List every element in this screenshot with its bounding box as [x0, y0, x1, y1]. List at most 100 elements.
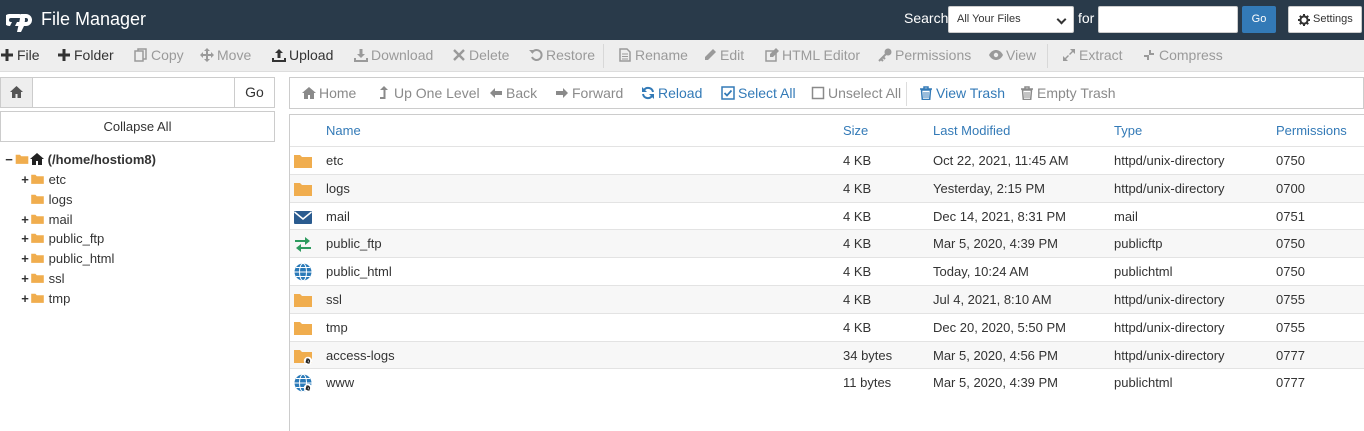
top-header: File Manager Search All Your Files for G…	[0, 0, 1364, 40]
column-header-name[interactable]: Name	[326, 123, 361, 138]
move-button[interactable]: Move	[200, 47, 251, 63]
home-icon	[30, 152, 44, 167]
permissions-button[interactable]: Permissions	[878, 47, 971, 63]
tree-item-ssl[interactable]: + ssl	[20, 271, 64, 291]
expand-toggle[interactable]: +	[20, 291, 30, 306]
unselect-all-label: Unselect All	[828, 85, 902, 101]
view-trash-button[interactable]: View Trash	[919, 85, 1005, 101]
expand-toggle[interactable]: +	[20, 212, 30, 227]
path-input[interactable]	[34, 78, 234, 107]
search-label: Search	[904, 10, 949, 26]
copy-button[interactable]: Copy	[134, 47, 184, 63]
cpanel-logo-icon	[6, 14, 32, 32]
cell-size: 4 KB	[843, 292, 872, 307]
restore-button[interactable]: Restore	[529, 47, 595, 63]
path-go-button[interactable]: Go	[234, 78, 274, 107]
table-row[interactable]: ssl 4 KB Jul 4, 2021, 8:10 AM httpd/unix-di…	[290, 285, 1364, 313]
cell-modified: Oct 22, 2021, 11:45 AM	[933, 153, 1069, 168]
arrow-right-icon	[555, 86, 569, 100]
expand-toggle[interactable]: +	[20, 231, 30, 246]
table-row[interactable]: tmp 4 KB Dec 20, 2020, 5:50 PM httpd/unix-d…	[290, 312, 1364, 341]
path-bar: Go	[0, 77, 275, 108]
table-row[interactable]: public_ftp 4 KB Mar 5, 2020, 4:39 PM public…	[290, 229, 1364, 258]
table-row[interactable]: www 11 bytes Mar 5, 2020, 4:39 PM publichtm…	[290, 368, 1364, 396]
file-button[interactable]: File	[0, 47, 40, 63]
cell-name: public_html	[326, 264, 392, 280]
toolbar-divider	[1047, 44, 1048, 68]
table-row[interactable]: access-logs 34 bytes Mar 5, 2020, 4:56 PM h…	[290, 340, 1364, 369]
tree-item-etc[interactable]: + etc	[20, 172, 66, 192]
expand-toggle[interactable]: +	[20, 172, 30, 187]
cell-perms: 0777	[1276, 347, 1305, 363]
view-trash-label: View Trash	[936, 85, 1005, 101]
html-editor-button[interactable]: HTML Editor	[765, 47, 860, 63]
tree-item-public-ftp[interactable]: + public_ftp	[20, 231, 104, 251]
cell-perms: 0750	[1276, 236, 1305, 252]
download-button[interactable]: Download	[354, 47, 433, 63]
folder-button[interactable]: Folder	[57, 47, 114, 63]
file-table: Name Size Last Modified Type Permissions…	[289, 114, 1364, 431]
column-header-type[interactable]: Type	[1114, 123, 1142, 138]
expand-toggle[interactable]: +	[20, 271, 30, 286]
column-header-size[interactable]: Size	[843, 123, 868, 138]
edit-icon	[765, 48, 779, 62]
tree-root[interactable]: − (/home/hostiom8)	[4, 152, 156, 172]
download-icon	[354, 48, 368, 62]
table-row[interactable]: public_html 4 KB Today, 10:24 AM publichtml…	[290, 257, 1364, 285]
folder-icon	[30, 231, 45, 246]
restore-label: Restore	[546, 47, 596, 63]
upload-button[interactable]: Upload	[272, 47, 333, 63]
home-icon	[302, 86, 316, 100]
select-all-button[interactable]: Select All	[721, 85, 796, 101]
expand-toggle[interactable]: +	[20, 251, 30, 266]
view-button[interactable]: View	[989, 47, 1036, 63]
cell-modified: Jul 4, 2021, 8:10 AM	[933, 292, 1052, 307]
compress-button[interactable]: Compress	[1142, 47, 1223, 63]
rename-button[interactable]: Rename	[618, 47, 688, 63]
search-scope-value: All Your Files	[957, 13, 1021, 25]
tree-item-label: public_ftp	[48, 231, 105, 247]
search-scope-select[interactable]: All Your Files	[948, 6, 1074, 33]
extract-button[interactable]: Extract	[1062, 47, 1123, 63]
cell-perms: 0777	[1276, 375, 1305, 391]
nav-divider	[906, 82, 907, 106]
home-label: Home	[319, 85, 357, 101]
empty-trash-label: Empty Trash	[1037, 85, 1116, 101]
folder-icon	[30, 172, 45, 187]
unselect-all-button[interactable]: Unselect All	[811, 85, 901, 101]
tree-item-tmp[interactable]: + tmp	[20, 291, 70, 311]
back-button[interactable]: Back	[489, 85, 537, 101]
tree-item-public-html[interactable]: + public_html	[20, 251, 114, 271]
home-path-button[interactable]	[1, 78, 33, 107]
search-input[interactable]	[1098, 6, 1238, 33]
search-go-button[interactable]: Go	[1242, 6, 1276, 33]
forward-button[interactable]: Forward	[555, 85, 623, 101]
home-button[interactable]: Home	[302, 85, 356, 101]
column-header-permissions[interactable]: Permissions	[1276, 123, 1347, 138]
up-one-level-button[interactable]: Up One Level	[377, 85, 480, 101]
collapse-toggle[interactable]: −	[4, 152, 14, 167]
navigation-bar: Home Up One Level Back Forward Reload Select …	[289, 77, 1364, 109]
settings-label: Settings	[1313, 13, 1353, 25]
settings-button[interactable]: Settings	[1288, 6, 1362, 33]
table-row[interactable]: mail 4 KB Dec 14, 2021, 8:31 PM mail 0751	[290, 201, 1364, 230]
table-row[interactable]: logs 4 KB Yesterday, 2:15 PM httpd/unix-dir…	[290, 173, 1364, 202]
tree-item-logs[interactable]: logs	[20, 192, 72, 212]
empty-trash-button[interactable]: Empty Trash	[1020, 85, 1116, 101]
toolbar-divider	[603, 44, 604, 68]
times-icon	[452, 48, 466, 62]
home-icon	[10, 86, 23, 98]
delete-button[interactable]: Delete	[452, 47, 509, 63]
download-label: Download	[371, 47, 434, 63]
upload-icon	[272, 48, 286, 62]
column-header-last-modified[interactable]: Last Modified	[933, 123, 1010, 138]
reload-button[interactable]: Reload	[641, 85, 702, 101]
table-row[interactable]: etc 4 KB Oct 22, 2021, 11:45 AM httpd/unix-…	[290, 146, 1364, 174]
edit-button[interactable]: Edit	[703, 47, 744, 63]
checkbox-empty-icon	[811, 86, 825, 100]
edit-label: Edit	[720, 47, 745, 63]
tree-item-mail[interactable]: + mail	[20, 212, 72, 232]
envelope-icon	[293, 207, 313, 227]
collapse-all-button[interactable]: Collapse All	[0, 111, 275, 142]
cell-name: mail	[326, 208, 350, 224]
